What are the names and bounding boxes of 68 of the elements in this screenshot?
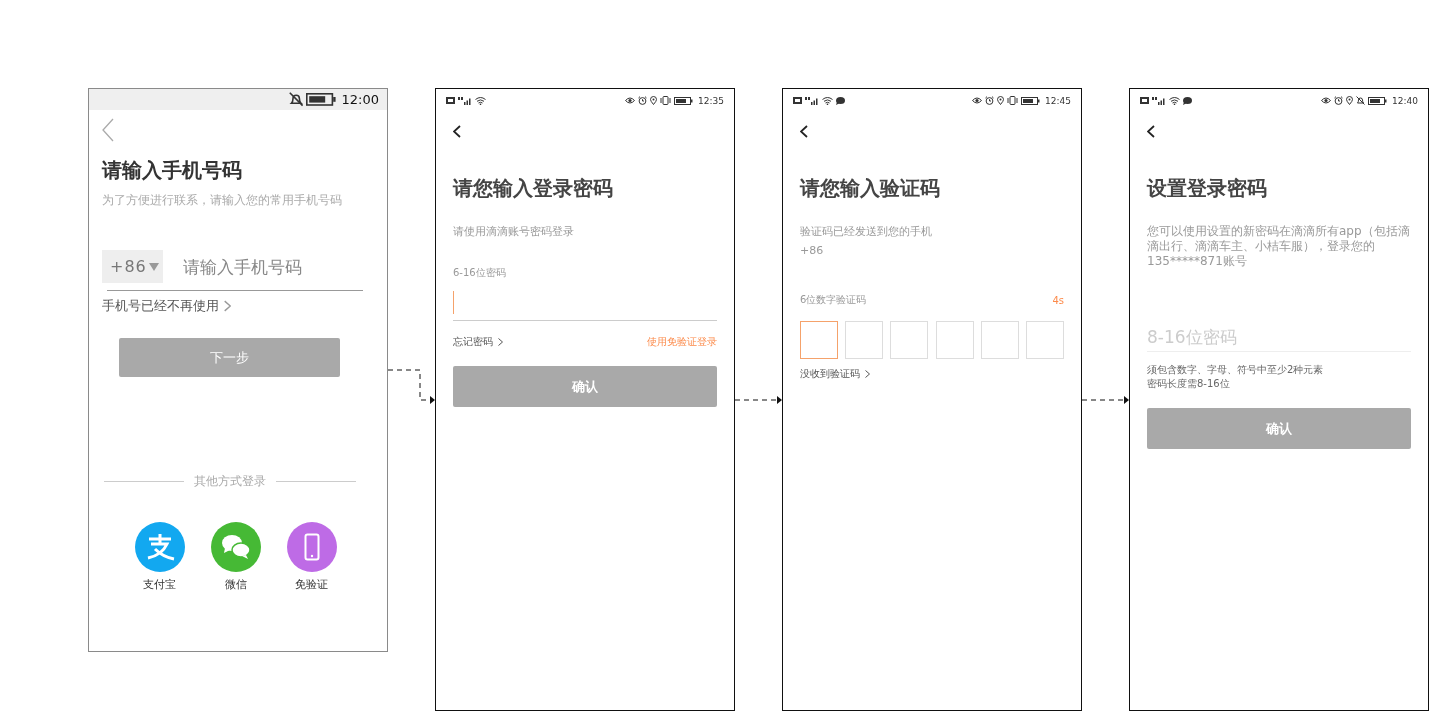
vibrate-icon xyxy=(660,96,672,105)
divider-label: 其他方式登录 xyxy=(194,473,266,490)
clock-time: 12:40 xyxy=(1392,95,1418,106)
chat-bubble-icon xyxy=(1183,96,1192,105)
code-digit-field[interactable] xyxy=(935,321,974,359)
code-digit-field[interactable] xyxy=(845,321,884,359)
number-unused-link[interactable]: 手机号已经不再使用 xyxy=(102,297,231,315)
login-option[interactable]: 支付宝 xyxy=(134,522,185,592)
page-title: 请输入手机号码 xyxy=(102,157,243,184)
eye-icon xyxy=(625,97,636,104)
muted-bell-icon xyxy=(288,92,304,107)
battery-icon xyxy=(1021,96,1041,105)
field-label: 6位数字验证码 xyxy=(800,293,867,307)
code-digit-field[interactable] xyxy=(980,321,1019,359)
back-icon[interactable] xyxy=(800,125,808,138)
password-hint: 须包含数字、字母、符号中至少2种元素 xyxy=(1147,363,1325,377)
muted-bell-icon xyxy=(1356,96,1366,105)
back-icon[interactable] xyxy=(1147,125,1155,138)
battery-icon xyxy=(306,93,337,106)
code-digit-field[interactable] xyxy=(800,321,838,359)
hd-icon xyxy=(1140,97,1149,104)
battery-icon xyxy=(674,96,694,105)
chevron-icon xyxy=(224,299,231,313)
phone-number: +86 xyxy=(800,243,825,259)
signal-icon xyxy=(458,96,472,105)
subtitle: 为了方便进行联系，请输入您的常用手机号码 xyxy=(102,192,343,208)
subtitle: 请使用滴滴账号密码登录 xyxy=(453,224,575,240)
eye-icon xyxy=(972,97,983,104)
hd-icon xyxy=(446,97,455,104)
login-option[interactable]: 免验证 xyxy=(286,522,337,592)
page-title: 请您输入登录密码 xyxy=(453,175,614,202)
clock-time: 12:00 xyxy=(341,92,379,107)
country-code-dropdown[interactable]: +86 xyxy=(102,250,163,283)
signal-icon xyxy=(805,96,819,105)
alarm-clock-icon xyxy=(638,96,648,105)
code-digit-field[interactable] xyxy=(1025,321,1064,359)
login-option[interactable]: 微信 xyxy=(210,522,261,592)
page-title: 设置登录密码 xyxy=(1147,175,1268,202)
chevron-icon xyxy=(498,338,503,346)
vibrate-icon xyxy=(1007,96,1019,105)
wifi-icon xyxy=(1169,96,1180,105)
battery-icon xyxy=(1368,96,1388,105)
code-digit-field[interactable] xyxy=(890,321,929,359)
eye-icon xyxy=(1321,97,1332,104)
page-title: 请您输入验证码 xyxy=(800,175,941,202)
countdown: 4s xyxy=(1052,294,1064,306)
location-pin-icon xyxy=(997,96,1005,105)
subtitle: 验证码已经发送到您的手机 xyxy=(800,224,933,240)
clock-time: 12:45 xyxy=(1045,95,1071,106)
hd-icon xyxy=(793,97,802,104)
alarm-clock-icon xyxy=(1334,96,1344,105)
clock-time: 12:35 xyxy=(698,95,724,106)
password-hint: 密码长度需8-16位 xyxy=(1147,377,1231,391)
dropdown-caret-icon xyxy=(148,262,159,271)
back-icon[interactable] xyxy=(453,125,461,138)
description: 您可以使用设置的新密码在滴滴所有app（包括滴滴出行、滴滴车主、小桔车服），登录您的135*****871账号 xyxy=(1147,224,1411,269)
field-label: 6-16位密码 xyxy=(453,266,507,280)
wifi-icon xyxy=(475,96,486,105)
forgot-password-link[interactable]: 忘记密码 xyxy=(453,334,503,350)
phone-number-field[interactable]: 请输入手机号码 xyxy=(180,255,355,278)
location-pin-icon xyxy=(1346,96,1354,105)
wifi-icon xyxy=(822,96,833,105)
signal-icon xyxy=(1152,96,1166,105)
code-not-received-link[interactable]: 没收到验证码 xyxy=(800,366,870,382)
alarm-clock-icon xyxy=(985,96,995,105)
location-pin-icon xyxy=(650,96,658,105)
chevron-icon xyxy=(865,370,870,378)
chat-bubble-icon xyxy=(836,96,845,105)
